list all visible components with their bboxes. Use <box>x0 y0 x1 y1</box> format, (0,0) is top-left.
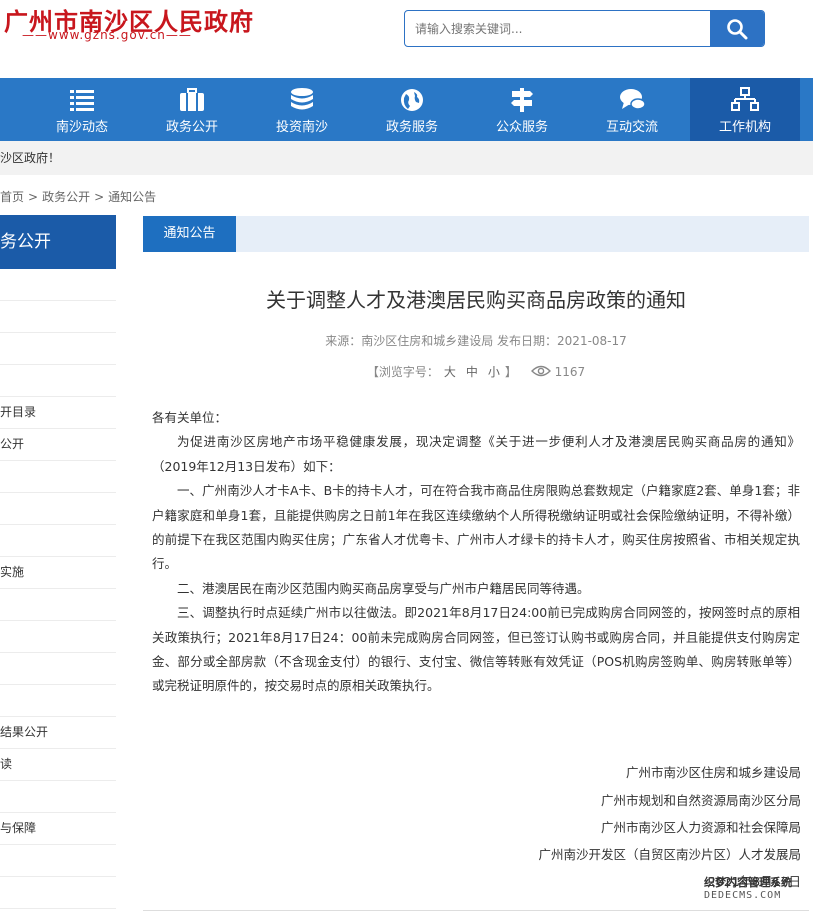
nav-item-news[interactable]: 南沙动态 <box>27 78 137 141</box>
nav-item-interaction[interactable]: 互动交流 <box>577 78 687 141</box>
nav-label: 互动交流 <box>605 120 658 135</box>
signature-1: 广州市南沙区住房和城乡建设局 <box>625 765 801 780</box>
breadcrumb-separator: > <box>94 190 105 204</box>
sidebar-item[interactable] <box>0 525 116 557</box>
sidebar-item[interactable]: 公开 <box>0 429 116 461</box>
salutation: 各有关单位： <box>152 410 228 425</box>
sidebar-item[interactable]: 与保障 <box>0 813 116 845</box>
font-size-large[interactable]: 大 <box>444 365 456 379</box>
site-logo-url: ——www.gzns.gov.cn—— <box>22 28 192 42</box>
nav-item-public-service[interactable]: 公众服务 <box>467 78 577 141</box>
article-body: 各有关单位： 为促进南沙区房地产市场平稳健康发展，现决定调整《关于进一步便利人才… <box>152 406 800 699</box>
paragraph: 三、调整执行时点延续广州市以往做法。即2021年8月17日24:00前已完成购房… <box>152 605 800 694</box>
sidebar-item[interactable]: 开目录 <box>0 397 116 429</box>
nav-item-invest[interactable]: 投资南沙 <box>247 78 357 141</box>
search-icon <box>727 18 748 39</box>
search-button[interactable] <box>710 11 764 46</box>
view-count: 1167 <box>530 365 586 379</box>
org-chart-icon <box>731 87 759 111</box>
sidebar-item[interactable]: 读 <box>0 749 116 781</box>
search-input[interactable] <box>405 11 710 46</box>
nav-label: 政务公开 <box>165 120 218 135</box>
nav-item-work-orgs[interactable]: 工作机构 <box>690 78 800 141</box>
signpost-icon <box>511 88 533 112</box>
signature-4: 广州南沙开发区（自贸区南沙片区）人才发展局 <box>538 847 801 862</box>
tab-bar: 通知公告 <box>143 216 809 252</box>
chat-icon <box>620 89 646 110</box>
article-title: 关于调整人才及港澳居民购买商品房政策的通知 <box>266 288 686 312</box>
paragraph: 一、广州南沙人才卡A卡、B卡的持卡人才，可在符合我市商品住房限购总套数规定（户籍… <box>152 483 800 572</box>
sidebar-item[interactable] <box>0 877 116 909</box>
briefcase-icon <box>180 88 204 111</box>
font-size-prefix: 【浏览字号： <box>366 365 439 379</box>
sidebar-item[interactable] <box>0 301 116 333</box>
nav-label: 南沙动态 <box>55 120 108 135</box>
notice-bar: 沙区政府！ <box>0 141 813 175</box>
signature-2: 广州市规划和自然资源局南沙区分局 <box>600 793 801 808</box>
font-size-small[interactable]: 小 <box>488 365 500 379</box>
sidebar-item[interactable] <box>0 781 116 813</box>
sidebar-item[interactable] <box>0 365 116 397</box>
sidebar-item[interactable]: 实施 <box>0 557 116 589</box>
paragraph: 为促进南沙区房地产市场平稳健康发展，现决定调整《关于进一步便利人才及港澳居民购买… <box>152 434 800 474</box>
globe-icon <box>401 89 423 111</box>
breadcrumb-separator: > <box>28 190 39 204</box>
breadcrumb-section[interactable]: 政务公开 <box>42 190 90 204</box>
breadcrumb: 首页 > 政务公开 > 通知公告 <box>0 188 156 205</box>
sidebar-item[interactable] <box>0 461 116 493</box>
watermark-line-2: DEDECMS.COM <box>704 890 782 901</box>
font-size-controls: 【浏览字号： 大中小】 1167 <box>143 363 809 380</box>
sidebar-item[interactable] <box>0 845 116 877</box>
sidebar-item[interactable] <box>0 333 116 365</box>
notice-text: 沙区政府！ <box>0 151 61 165</box>
view-count-value: 1167 <box>554 365 586 379</box>
nav-label: 公众服务 <box>495 120 548 135</box>
sidebar-title: 务公开 <box>0 215 116 269</box>
eye-icon <box>530 365 551 377</box>
sidebar-item[interactable] <box>0 653 116 685</box>
article-meta: 来源：南沙区住房和城乡建设局 发布日期：2021-08-17 <box>325 334 627 348</box>
font-size-medium[interactable]: 中 <box>466 365 478 379</box>
sidebar-item[interactable] <box>0 493 116 525</box>
list-icon <box>70 90 94 111</box>
paragraph: 二、港澳居民在南沙区范围内购买商品房享受与广州市户籍居民同等待遇。 <box>177 580 590 596</box>
breadcrumb-current[interactable]: 通知公告 <box>108 190 156 204</box>
nav-label: 工作机构 <box>718 120 771 135</box>
sidebar-item[interactable]: 结果公开 <box>0 717 116 749</box>
sidebar-item[interactable] <box>0 685 116 717</box>
sidebar: 务公开 开目录 公开实施结果公开读与保障 <box>0 215 116 914</box>
nav-item-gov-affairs[interactable]: 政务公开 <box>137 78 247 141</box>
nav-label: 政务服务 <box>385 120 438 135</box>
main-nav: 南沙动态 政务公开 投资南沙 政务服务 公众服务 互动交流 工作机构 <box>0 78 813 141</box>
font-size-suffix: 】 <box>504 365 517 379</box>
nav-label: 投资南沙 <box>275 120 328 135</box>
sidebar-item[interactable] <box>0 269 116 301</box>
watermark-line-1: 织梦内容管理系统 <box>704 876 792 889</box>
search-box <box>404 10 765 47</box>
divider <box>143 910 809 911</box>
breadcrumb-home[interactable]: 首页 <box>0 190 24 204</box>
nav-item-gov-service[interactable]: 政务服务 <box>357 78 467 141</box>
watermark-logo: 织梦内容管理系统 DEDECMS.COM <box>704 874 804 908</box>
tab-notices[interactable]: 通知公告 <box>143 216 236 252</box>
site-header: 广州市南沙区人民政府 ——www.gzns.gov.cn—— <box>0 0 813 78</box>
sidebar-item[interactable] <box>0 589 116 621</box>
sidebar-item[interactable] <box>0 621 116 653</box>
database-icon <box>291 88 313 110</box>
signature-3: 广州市南沙区人力资源和社会保障局 <box>600 820 801 835</box>
